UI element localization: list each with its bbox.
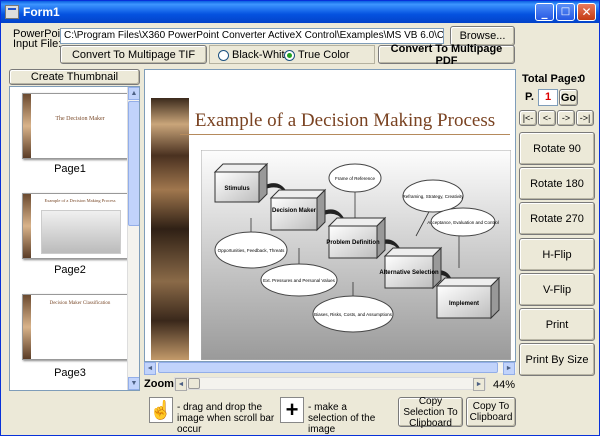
- thumb-title: The Decision Maker: [55, 116, 105, 122]
- rotate-90-button[interactable]: Rotate 90: [519, 132, 595, 165]
- window-title: Form1: [23, 5, 60, 19]
- zoom-label: Zoom: [144, 378, 174, 390]
- drag-hint: - drag and drop the image when scroll ba…: [177, 402, 275, 435]
- thumb-title: Example of a Decision Making Process: [44, 198, 116, 203]
- thumb-title: Decision Maker Classification: [49, 301, 111, 306]
- selection-tool-icon[interactable]: +: [280, 397, 304, 423]
- title-bar[interactable]: Form1 _ □ ✕: [1, 1, 599, 23]
- thumbnail-panel[interactable]: The Decision Maker Page1 Example of a De…: [9, 86, 140, 391]
- convert-pdf-button[interactable]: Convert To Multipage PDF: [378, 43, 515, 67]
- total-page-value: 0: [579, 73, 586, 85]
- rotate-270-button[interactable]: Rotate 270: [519, 202, 595, 235]
- scroll-down-icon[interactable]: ▼: [128, 377, 139, 390]
- scroll-left-icon[interactable]: ◄: [144, 362, 156, 375]
- thumb-diagram: [41, 210, 121, 254]
- minimize-button[interactable]: _: [535, 3, 554, 21]
- bubble-label: Reframing, Strategy, Creativity: [403, 194, 465, 199]
- scroll-right-icon[interactable]: ►: [503, 362, 515, 375]
- zoom-value: 44%: [493, 379, 516, 391]
- app-icon: [5, 5, 19, 19]
- slide-title: Example of a Decision Making Process: [194, 110, 496, 131]
- image-viewer[interactable]: Example of a Decision Making Process Sti…: [144, 69, 516, 362]
- radio-true-color-label: True Color: [298, 49, 350, 61]
- create-thumbnail-button[interactable]: Create Thumbnail: [9, 69, 140, 85]
- thumb-strip: [23, 194, 31, 258]
- convert-tif-button[interactable]: Convert To Multipage TIF: [60, 45, 207, 64]
- bubble-label: Opportunities, Feedback, Threats: [218, 248, 285, 253]
- radio-dot-icon: [218, 49, 229, 61]
- slide-rule: [180, 134, 510, 135]
- bubble-label: Acceptance, Evaluation and Control: [427, 220, 499, 225]
- zoom-thumb[interactable]: [188, 378, 200, 389]
- v-flip-button[interactable]: V-Flip: [519, 273, 595, 306]
- decision-diagram: Stimulus Decision Maker Problem Definiti…: [201, 150, 511, 360]
- hand-tool-icon[interactable]: ☝: [149, 397, 173, 423]
- thumbnail-caption: Page3: [54, 367, 86, 379]
- node-label: Problem Definition: [326, 240, 380, 246]
- input-label-line2: Input File:: [13, 38, 62, 50]
- scroll-thumb[interactable]: [158, 362, 498, 373]
- bubble-label: Frame of Reference: [335, 176, 376, 181]
- zoom-slider[interactable]: ◄ ►: [174, 377, 486, 391]
- node-label: Stimulus: [224, 186, 250, 192]
- copy-selection-button[interactable]: Copy Selection To Clipboard: [398, 396, 463, 429]
- diagram-node-implement: Implement: [435, 276, 501, 320]
- thumb-strip: [23, 295, 31, 359]
- thumbnail-caption: Page1: [54, 163, 86, 175]
- close-button[interactable]: ✕: [577, 3, 596, 21]
- go-button[interactable]: Go: [559, 89, 578, 106]
- scroll-thumb[interactable]: [128, 101, 139, 226]
- app-window: Form1 _ □ ✕ PowerPoint Input File: C:\Pr…: [0, 0, 600, 436]
- radio-black-white-label: Black-White: [232, 49, 291, 61]
- node-label: Implement: [449, 301, 479, 307]
- zoom-right-icon[interactable]: ►: [473, 378, 485, 391]
- radio-dot-selected-icon: [284, 49, 295, 61]
- copy-clipboard-button[interactable]: Copy To Clipboard: [466, 397, 516, 427]
- node-label: Decision Maker: [272, 208, 317, 214]
- total-page-label: Total Page:: [522, 73, 581, 85]
- viewer-horizontal-scrollbar[interactable]: ◄ ►: [144, 362, 516, 375]
- thumb-strip: [23, 94, 31, 158]
- radio-true-color[interactable]: True Color: [284, 49, 350, 61]
- page-label: P.: [525, 91, 534, 103]
- h-flip-button[interactable]: H-Flip: [519, 238, 595, 271]
- thumbnail-caption: Page2: [54, 264, 86, 276]
- node-label: Alternative Selection: [379, 270, 439, 276]
- scroll-up-icon[interactable]: ▲: [128, 87, 139, 100]
- bubble-label: Ext. Pressures and Personal Values: [263, 278, 335, 283]
- zoom-left-icon[interactable]: ◄: [175, 378, 187, 391]
- page-number-input[interactable]: 1: [538, 89, 558, 106]
- thumbnail-page1[interactable]: The Decision Maker: [22, 93, 128, 159]
- bubble-label: Biases, Risks, Costs, and Assumptions: [314, 312, 393, 317]
- prev-page-button[interactable]: <-: [538, 110, 556, 126]
- print-by-size-button[interactable]: Print By Size: [519, 343, 595, 376]
- maximize-button[interactable]: □: [556, 3, 575, 21]
- color-mode-group: Black-White True Color: [209, 45, 375, 64]
- diagram-node-decision-maker: Decision Maker: [269, 188, 327, 232]
- print-button[interactable]: Print: [519, 308, 595, 341]
- select-hint: - make a selection of the image: [308, 402, 376, 435]
- rotate-180-button[interactable]: Rotate 180: [519, 167, 595, 200]
- diagram-node-problem-definition: Problem Definition: [326, 216, 387, 260]
- slide-decoration: [151, 98, 189, 360]
- thumbnail-scrollbar[interactable]: ▲ ▼: [127, 87, 139, 390]
- last-page-button[interactable]: ->|: [576, 110, 594, 126]
- thumbnail-page2[interactable]: Example of a Decision Making Process: [22, 193, 128, 259]
- next-page-button[interactable]: ->: [557, 110, 575, 126]
- diagram-node-stimulus: Stimulus: [213, 162, 269, 204]
- first-page-button[interactable]: |<-: [519, 110, 537, 126]
- thumbnail-page3[interactable]: Decision Maker Classification: [22, 294, 128, 360]
- diagram-node-alternative-selection: Alternative Selection: [379, 246, 443, 290]
- radio-black-white[interactable]: Black-White: [218, 49, 291, 61]
